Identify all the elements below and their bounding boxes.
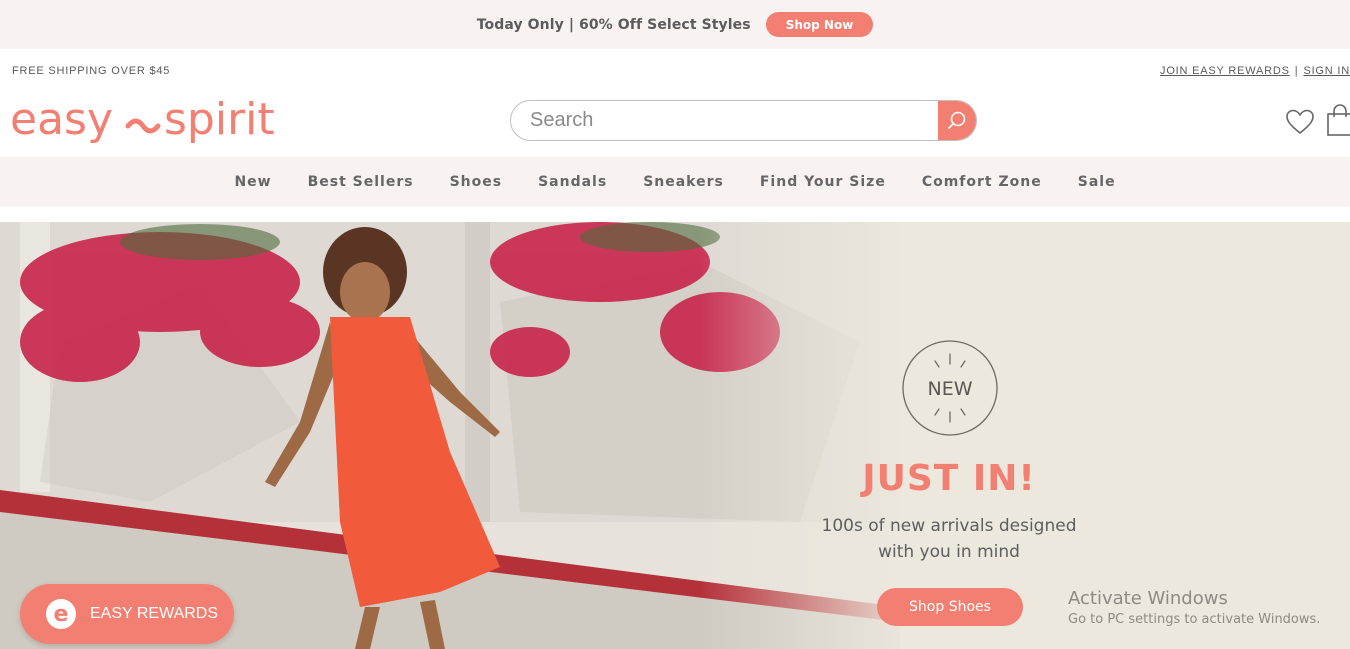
nav-item-sale[interactable]: Sale [1060,174,1134,190]
search-bar [510,100,977,141]
windows-activation-watermark: Activate Windows Go to PC settings to ac… [1068,588,1320,627]
nav-item-comfort-zone[interactable]: Comfort Zone [904,174,1060,190]
nav-item-best-sellers[interactable]: Best Sellers [290,174,432,190]
nav-item-find-your-size[interactable]: Find Your Size [742,174,904,190]
logo-swoosh [125,118,161,134]
search-icon [948,111,966,129]
hero-subline-2: with you in mind [878,542,1020,562]
nav-item-shoes[interactable]: Shoes [432,174,521,190]
main-nav: New Best Sellers Shoes Sandals Sneakers … [0,157,1350,207]
easy-rewards-label: EASY REWARDS [90,605,219,622]
new-badge: NEW [902,340,998,436]
easy-rewards-e-icon: e [46,599,76,629]
search-input[interactable] [511,101,938,140]
shop-now-button[interactable]: Shop Now [765,12,874,37]
watermark-subtitle: Go to PC settings to activate Windows. [1068,612,1321,627]
logo-text-spirit: spirit [164,94,275,145]
hero-subline-1: 100s of new arrivals designed [821,516,1077,536]
sign-in-link[interactable]: SIGN IN [1303,65,1350,77]
search-button[interactable] [938,101,976,140]
nav-item-sneakers[interactable]: Sneakers [625,174,742,190]
nav-item-new[interactable]: New [216,174,289,190]
easy-rewards-button[interactable]: e EASY REWARDS [20,584,234,644]
free-shipping-text: FREE SHIPPING OVER $45 [12,65,171,77]
hero-fade [700,222,920,649]
utility-links: JOIN EASY REWARDS | SIGN IN [1160,65,1350,77]
promo-bar: Today Only | 60% Off Select Styles Shop … [0,0,1350,49]
nav-item-sandals[interactable]: Sandals [520,174,625,190]
promo-text: Today Only | 60% Off Select Styles [476,16,751,33]
logo-text-easy: easy [10,94,113,145]
utility-separator: | [1294,65,1299,77]
hero-headline: JUST IN! [862,458,1036,499]
hero-subheadline: 100s of new arrivals designed with you i… [810,513,1088,565]
new-badge-text: NEW [927,378,972,400]
easy-spirit-logo[interactable]: easy spirit [10,92,300,148]
shop-shoes-button[interactable]: Shop Shoes [877,588,1023,626]
shopping-bag-icon[interactable] [1324,104,1350,136]
watermark-title: Activate Windows [1068,588,1228,609]
heart-icon[interactable] [1285,108,1315,136]
join-easy-rewards-link[interactable]: JOIN EASY REWARDS [1160,65,1290,77]
